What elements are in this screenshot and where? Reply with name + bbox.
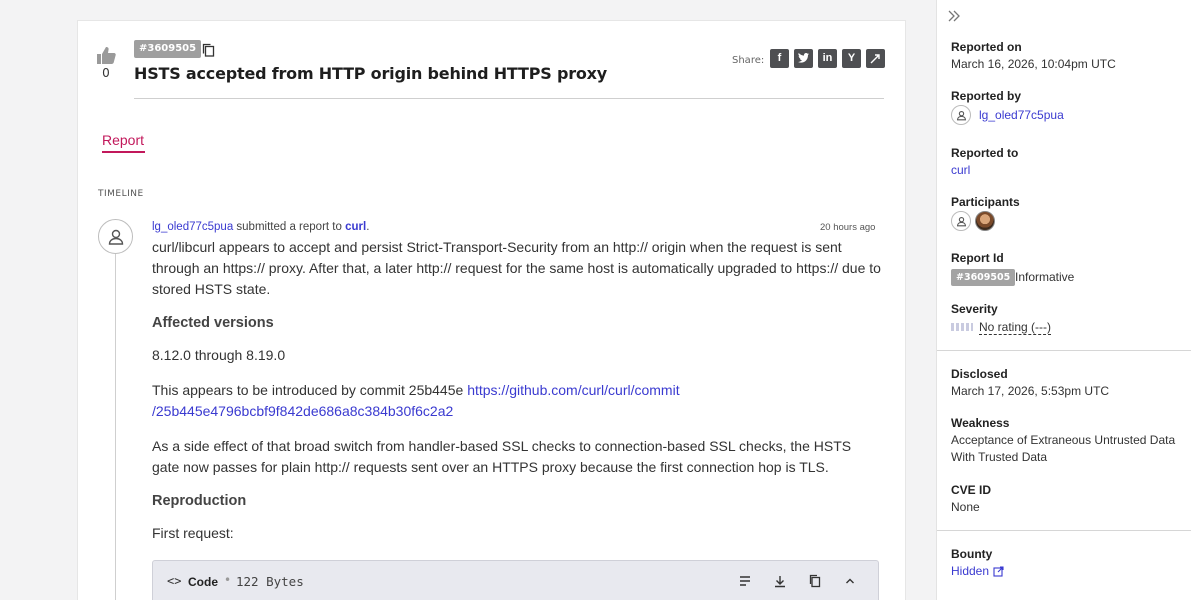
weakness-value: Acceptance of Extraneous Untrusted Data xyxy=(951,433,1176,447)
action-text: submitted a report to xyxy=(233,221,346,233)
participant-photo-avatar[interactable] xyxy=(975,211,995,231)
participant-avatar[interactable] xyxy=(951,211,971,231)
bounty-label: Bounty xyxy=(951,547,993,561)
affected-versions-text: 8.12.0 through 8.19.0 xyxy=(152,347,286,363)
user-icon xyxy=(956,216,966,226)
facebook-icon[interactable]: f xyxy=(770,49,789,68)
commit-link-cont[interactable]: /25b445e4796bcbf9f842de686a8c384b30f6c2a… xyxy=(152,403,453,419)
report-id-badge: #3609505 xyxy=(951,269,1016,286)
report-status: Informative xyxy=(1015,270,1075,284)
program-link[interactable]: curl xyxy=(345,221,366,233)
disclosed-label: Disclosed xyxy=(951,367,1008,381)
report-id-badge: #3609505 xyxy=(134,40,202,58)
download-icon[interactable] xyxy=(772,573,788,589)
ycombinator-icon[interactable]: Y xyxy=(842,49,861,68)
program-link[interactable]: curl xyxy=(951,163,970,177)
timeline-line xyxy=(115,254,116,600)
affected-versions-heading: Affected versions xyxy=(152,315,274,331)
tab-report-underline xyxy=(102,151,145,153)
commit-paragraph: This appears to be introduced by commit … xyxy=(152,380,882,422)
timeline-heading: TIMELINE xyxy=(98,189,144,199)
cve-value: None xyxy=(951,500,980,514)
twitter-icon[interactable] xyxy=(794,49,813,68)
severity-value[interactable]: No rating (---) xyxy=(979,320,1052,335)
disclosed-value: March 17, 2026, 5:53pm UTC xyxy=(951,384,1110,398)
participants-label: Participants xyxy=(951,195,1020,209)
cve-label: CVE ID xyxy=(951,483,992,497)
reporter-link[interactable]: lg_oled77c5pua xyxy=(979,108,1064,122)
separator-dot: • xyxy=(224,573,232,587)
timestamp: 20 hours ago xyxy=(820,222,876,233)
header-divider xyxy=(134,98,884,99)
reported-by-label: Reported by xyxy=(951,89,1022,103)
commit-prefix: This appears to be introduced by commit … xyxy=(152,382,468,398)
reported-to-label: Reported to xyxy=(951,146,1019,160)
user-icon xyxy=(108,229,123,245)
code-size: 122 Bytes xyxy=(236,574,304,589)
severity-label: Severity xyxy=(951,302,998,316)
collapse-icon[interactable] xyxy=(842,573,858,589)
copy-icon[interactable] xyxy=(202,42,215,61)
reproduction-heading: Reproduction xyxy=(152,493,247,509)
report-sidebar: Reported on March 16, 2026, 10:04pm UTC … xyxy=(936,0,1200,600)
collapse-sidebar-icon[interactable] xyxy=(947,10,961,22)
report-title: HSTS accepted from HTTP origin behind HT… xyxy=(134,64,608,83)
report-id-label: Report Id xyxy=(951,251,1004,265)
author-link[interactable]: lg_oled77c5pua xyxy=(152,221,233,233)
weakness-value-cont: With Trusted Data xyxy=(951,450,1048,464)
share-label: Share: xyxy=(732,55,765,66)
upvote-button[interactable] xyxy=(96,46,116,64)
period-text: . xyxy=(366,221,370,233)
first-request-label: First request: xyxy=(152,525,234,541)
linkedin-icon[interactable]: in xyxy=(818,49,837,68)
side-effect-paragraph: As a side effect of that broad switch fr… xyxy=(152,438,852,475)
reporter-avatar[interactable] xyxy=(951,105,971,125)
timeline-entry-meta: lg_oled77c5pua submitted a report to cur… xyxy=(152,221,369,233)
report-card xyxy=(77,20,906,600)
code-block-header: <> Code • 122 Bytes xyxy=(152,560,879,600)
sidebar-divider xyxy=(937,350,1191,351)
report-intro: curl/libcurl appears to accept and persi… xyxy=(152,239,881,297)
commit-link[interactable]: https://github.com/curl/curl/commit xyxy=(467,382,679,398)
reported-on-label: Reported on xyxy=(951,40,1022,54)
code-label: Code xyxy=(188,575,218,589)
wrap-lines-icon[interactable] xyxy=(737,573,753,589)
bounty-value[interactable]: Hidden xyxy=(951,564,989,578)
code-icon: <> xyxy=(167,574,182,588)
severity-meter xyxy=(951,323,973,331)
sidebar-divider xyxy=(937,530,1191,531)
reported-on-value: March 16, 2026, 10:04pm UTC xyxy=(951,57,1116,71)
user-icon xyxy=(956,110,966,120)
copy-code-icon[interactable] xyxy=(807,573,823,589)
weakness-label: Weakness xyxy=(951,416,1010,430)
thumbs-up-icon xyxy=(97,47,116,64)
external-link-icon[interactable] xyxy=(993,566,1004,577)
tab-report[interactable]: Report xyxy=(102,132,144,148)
avatar[interactable] xyxy=(98,219,133,254)
vote-count: 0 xyxy=(102,66,110,80)
external-share-icon[interactable] xyxy=(866,49,885,68)
